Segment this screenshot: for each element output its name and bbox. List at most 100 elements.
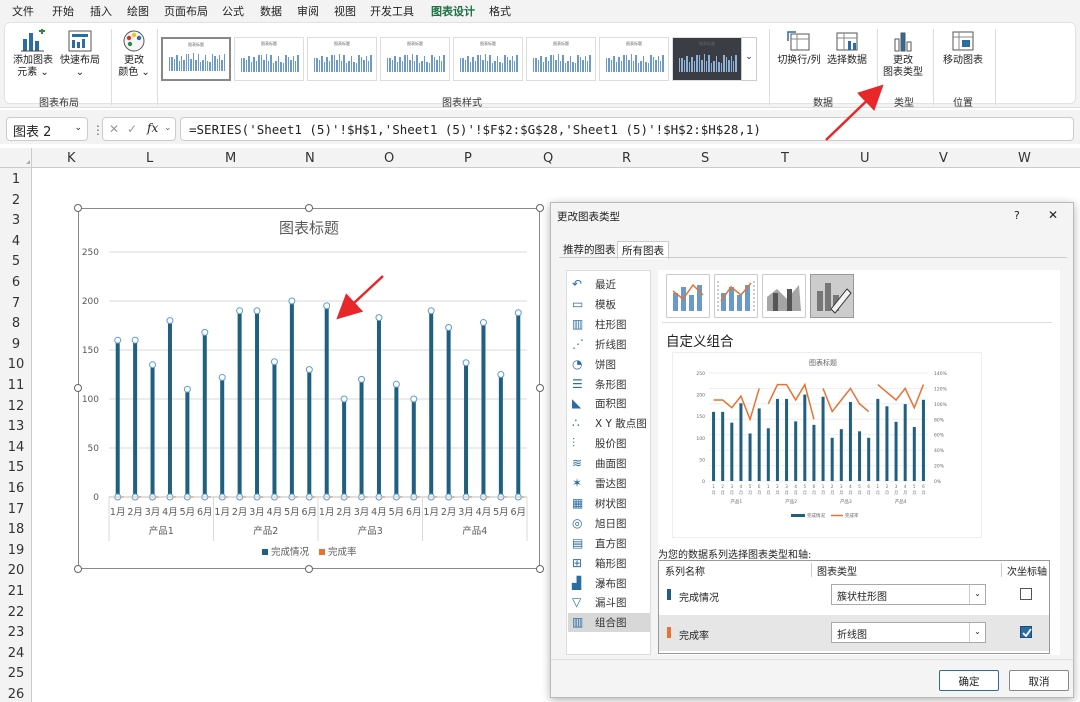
menu-tab[interactable]: 插入 (90, 3, 112, 19)
column-header[interactable]: P (464, 151, 472, 166)
bar-selection-handle[interactable] (166, 317, 174, 325)
close-icon[interactable]: ✕ (1048, 208, 1058, 222)
menu-tab[interactable]: 页面布局 (164, 3, 208, 19)
column-header[interactable]: R (622, 151, 631, 166)
bar[interactable] (220, 377, 225, 497)
menu-tab[interactable]: 公式 (222, 3, 244, 19)
row-header[interactable]: 26 (0, 687, 32, 702)
chart-type-item[interactable]: ⫶ 股价图 (568, 434, 650, 453)
chart-style-thumbnail[interactable]: 图表标题 (234, 37, 304, 81)
row-header[interactable]: 18 (0, 522, 32, 537)
chart-style-thumbnail[interactable]: 图表标题 (526, 37, 596, 81)
select-data-button[interactable]: 选择数据 (823, 29, 871, 67)
bar[interactable] (237, 310, 242, 497)
bar-selection-handle[interactable] (201, 328, 209, 336)
row-header[interactable]: 6 (0, 275, 32, 290)
chart-resize-handle[interactable] (305, 204, 313, 212)
bar-selection-handle[interactable] (253, 307, 261, 315)
chart-style-thumbnail[interactable]: 图表标题 (161, 37, 231, 81)
row-header[interactable]: 3 (0, 213, 32, 228)
subtype-area-column[interactable] (762, 274, 806, 318)
bar[interactable] (359, 379, 364, 497)
add-chart-element-button[interactable]: 添加图表 元素 ⌄ (11, 28, 55, 79)
series-type-select[interactable]: 折线图 ⌄ (831, 622, 986, 643)
formula-input[interactable]: =SERIES('Sheet1 (5)'!$H$1,'Sheet1 (5)'!$… (180, 117, 1074, 141)
confirm-edit-icon[interactable]: ✓ (127, 122, 137, 136)
change-chart-type-button[interactable]: 更改 图表类型 (879, 29, 927, 79)
bar-selection-handle[interactable] (340, 395, 348, 403)
bar-selection-handle[interactable] (149, 361, 157, 369)
chart-resize-handle[interactable] (536, 565, 544, 573)
bar[interactable] (516, 312, 521, 497)
chart-type-item[interactable]: ▦ 树状图 (568, 494, 650, 513)
menu-tab[interactable]: 视图 (334, 3, 356, 19)
menu-tab[interactable]: 文件 (12, 3, 34, 19)
bar[interactable] (376, 317, 381, 497)
column-header[interactable]: N (305, 151, 315, 166)
cancel-button[interactable]: 取消 (1009, 670, 1069, 691)
chart-type-item[interactable]: ◎ 旭日图 (568, 514, 650, 533)
bar[interactable] (307, 369, 312, 497)
bar-selection-handle[interactable] (288, 297, 296, 305)
subtype-clustered-column-line[interactable] (666, 274, 710, 318)
bar[interactable] (289, 301, 294, 497)
row-header[interactable]: 13 (0, 419, 32, 434)
secondary-axis-checkbox[interactable] (1020, 626, 1032, 638)
menu-tab[interactable]: 数据 (260, 3, 282, 19)
expand-formula-icon[interactable]: ⌄ (164, 123, 172, 133)
move-chart-button[interactable]: 移动图表 (937, 29, 989, 67)
chart-type-item[interactable]: ◣ 面积图 (568, 394, 650, 413)
bar-selection-handle[interactable] (479, 319, 487, 327)
chart-resize-handle[interactable] (536, 204, 544, 212)
select-all-corner[interactable] (0, 148, 32, 168)
switch-row-column-button[interactable]: 切换行/列 (773, 29, 825, 67)
bar[interactable] (255, 310, 260, 497)
bar[interactable] (411, 399, 416, 497)
bar[interactable] (272, 361, 277, 497)
legend-label[interactable]: 完成率 (328, 546, 357, 558)
column-header[interactable]: U (860, 151, 870, 166)
chart-type-item[interactable]: ▥ 柱形图 (568, 315, 650, 334)
row-header[interactable]: 9 (0, 337, 32, 352)
row-header[interactable]: 23 (0, 625, 32, 640)
row-header[interactable]: 15 (0, 460, 32, 475)
bar-selection-handle[interactable] (358, 375, 366, 383)
column-header[interactable]: Q (543, 151, 553, 166)
bar-selection-handle[interactable] (323, 302, 331, 310)
bar-selection-handle[interactable] (305, 366, 313, 374)
bar-selection-handle[interactable] (270, 358, 278, 366)
bar-selection-handle[interactable] (497, 371, 505, 378)
ok-button[interactable]: 确定 (939, 670, 999, 691)
column-header[interactable]: O (384, 151, 394, 166)
menu-tab[interactable]: 审阅 (297, 3, 319, 19)
column-header[interactable]: L (146, 151, 153, 166)
row-header[interactable]: 1 (0, 172, 32, 187)
chart-type-item[interactable]: ▟ 瀑布图 (568, 574, 650, 593)
row-header[interactable]: 17 (0, 502, 32, 517)
series-row-2[interactable]: 完成率 折线图 ⌄ (659, 615, 1049, 651)
bar[interactable] (202, 332, 207, 497)
name-box-dropdown-icon[interactable]: ⌄ (74, 123, 82, 133)
insert-function-icon[interactable]: fx (147, 121, 158, 135)
row-header[interactable]: 25 (0, 666, 32, 681)
column-header[interactable]: M (225, 151, 236, 166)
row-header[interactable]: 19 (0, 543, 32, 558)
chart-resize-handle[interactable] (74, 204, 82, 212)
column-header[interactable]: V (939, 151, 948, 166)
column-header[interactable]: S (701, 151, 709, 166)
bar-selection-handle[interactable] (375, 314, 383, 322)
row-header[interactable]: 24 (0, 646, 32, 661)
bar[interactable] (481, 322, 486, 497)
chart-style-thumbnail[interactable]: 图表标题 (599, 37, 669, 81)
chart-style-thumbnail[interactable]: 图表标题 (672, 37, 742, 81)
chart-type-item[interactable]: ▤ 直方图 (568, 534, 650, 553)
row-header[interactable]: 21 (0, 584, 32, 599)
bar-selection-handle[interactable] (114, 336, 122, 344)
subtype-custom-combo[interactable] (810, 274, 854, 318)
menu-tab[interactable]: 格式 (489, 3, 511, 19)
row-header[interactable]: 14 (0, 440, 32, 455)
chart-resize-handle[interactable] (74, 384, 82, 392)
menu-tab[interactable]: 开发工具 (370, 3, 414, 19)
bar[interactable] (429, 310, 434, 497)
bar[interactable] (133, 340, 138, 497)
